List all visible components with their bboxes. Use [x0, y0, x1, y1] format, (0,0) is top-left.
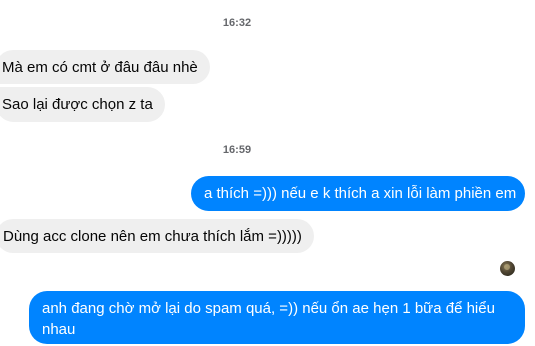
outgoing-message-bubble[interactable]: a thích =))) nếu e k thích a xin lỗi làm…	[191, 176, 525, 211]
timestamp: 16:59	[222, 144, 252, 156]
outgoing-message-bubble[interactable]: anh đang chờ mở lại do spam quá, =)) nếu…	[29, 291, 525, 344]
timestamp: 16:32	[222, 17, 252, 29]
chat-thread: 16:32 Mà em có cmt ở đâu đâu nhè Sao lại…	[0, 0, 535, 346]
incoming-message-bubble[interactable]: Dùng acc clone nên em chưa thích lắm =))…	[0, 219, 314, 253]
seen-avatar-icon	[500, 261, 515, 276]
incoming-message-bubble[interactable]: Sao lại được chọn z ta	[0, 87, 165, 122]
incoming-message-bubble[interactable]: Mà em có cmt ở đâu đâu nhè	[0, 50, 210, 84]
